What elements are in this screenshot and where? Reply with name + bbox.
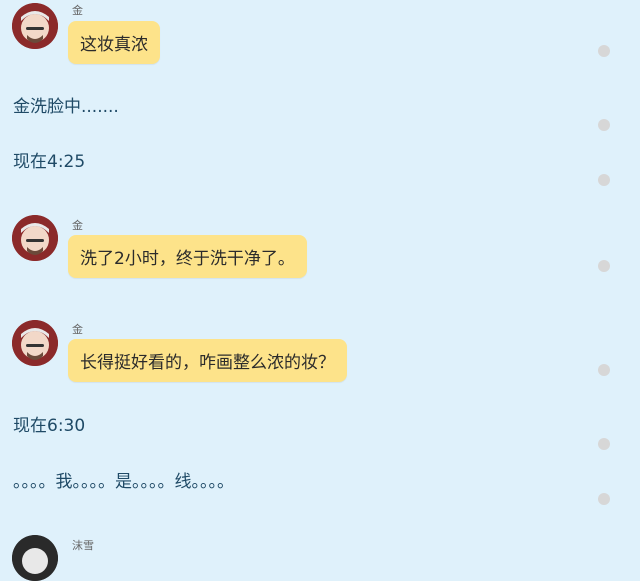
status-dot-icon xyxy=(598,493,610,505)
avatar[interactable] xyxy=(12,3,58,49)
narration-text: 现在4:25 xyxy=(13,152,86,172)
narration-text: 金洗脸中....... xyxy=(13,97,119,117)
narration-text: 。。。。我。。。。是。。。。线。。。。 xyxy=(13,472,234,492)
avatar-icon xyxy=(12,320,58,366)
status-dot-icon xyxy=(598,174,610,186)
status-dot-icon xyxy=(598,438,610,450)
sender-name: 金 xyxy=(72,4,83,17)
sender-name: 金 xyxy=(72,323,83,336)
status-dot-icon xyxy=(598,45,610,57)
avatar[interactable] xyxy=(12,535,58,581)
avatar-icon xyxy=(12,215,58,261)
status-dot-icon xyxy=(598,119,610,131)
narration-text: 现在6:30 xyxy=(13,416,86,436)
chat-bubble: 这妆真浓 xyxy=(68,21,160,64)
avatar[interactable] xyxy=(12,215,58,261)
avatar[interactable] xyxy=(12,320,58,366)
status-dot-icon xyxy=(598,364,610,376)
chat-bubble: 洗了2小时，终于洗干净了。 xyxy=(68,235,307,278)
sender-name: 沫雪 xyxy=(72,539,94,552)
status-dot-icon xyxy=(598,260,610,272)
avatar-icon xyxy=(12,3,58,49)
avatar-icon xyxy=(12,535,58,581)
chat-bubble: 长得挺好看的，咋画整么浓的妆？ xyxy=(68,339,347,382)
sender-name: 金 xyxy=(72,219,83,232)
